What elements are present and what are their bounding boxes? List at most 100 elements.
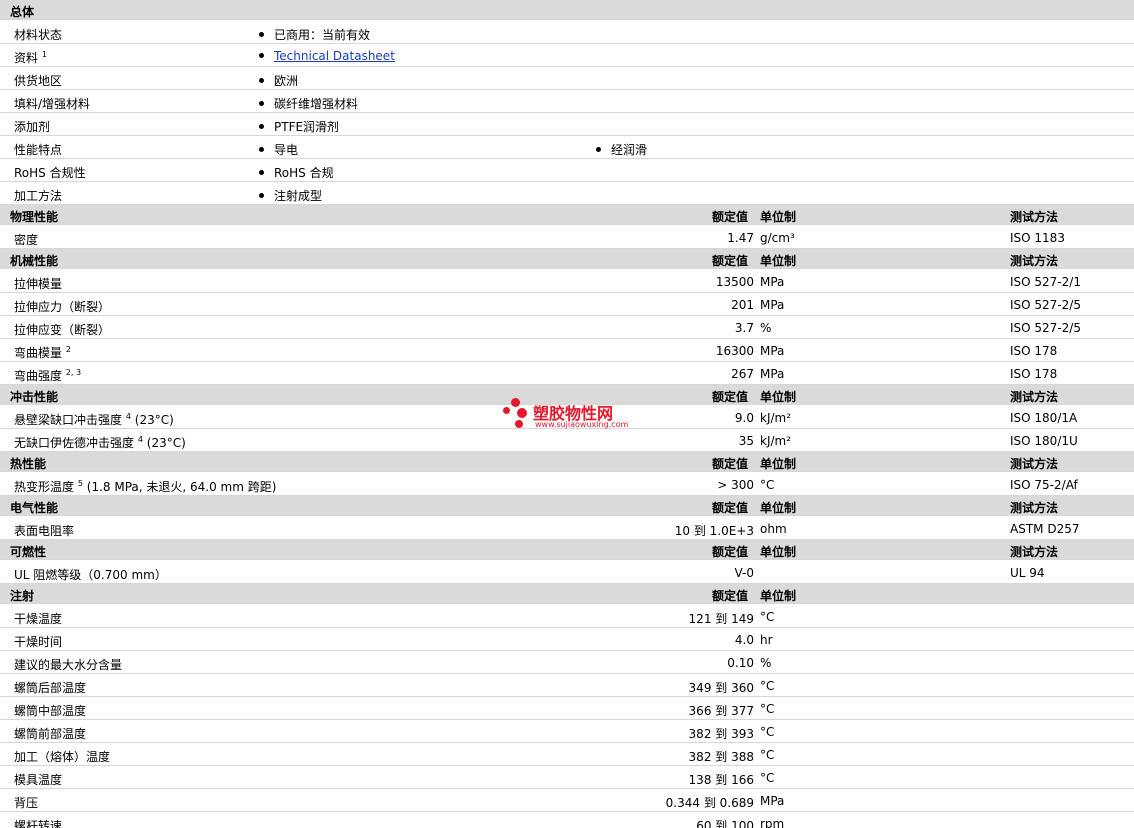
property-label-text: 无缺口伊佐德冲击强度	[14, 436, 135, 450]
property-label: 拉伸应力（断裂）	[14, 298, 110, 315]
property-value: > 300	[717, 478, 754, 492]
section-title: 电气性能	[10, 501, 59, 515]
bullet-text: PTFE润滑剂	[274, 120, 340, 134]
property-value: 9.0	[734, 411, 754, 425]
property-label: 性能特点	[14, 141, 62, 158]
property-label-text: 加工（熔体）温度	[14, 750, 111, 764]
property-label: 弯曲强度 2, 3	[14, 367, 81, 384]
property-value: 349 到 360	[688, 681, 754, 695]
section-header-general: 总体	[0, 0, 1134, 20]
column-header-value: 额定值	[712, 254, 749, 268]
property-label: 密度	[14, 231, 38, 248]
section-header: 热性能 额定值 单位制 测试方法	[0, 452, 1134, 472]
column-header-value: 额定值	[712, 501, 749, 515]
column-header-test: 测试方法	[1010, 254, 1059, 268]
property-condition: (1.8 MPa, 未退火, 64.0 mm 跨距)	[86, 480, 277, 494]
property-condition: (23°C)	[146, 436, 186, 450]
watermark-logo: 塑胶物性网 www.sujiaowuxing.com	[503, 398, 643, 432]
property-value: 121 到 149	[688, 612, 754, 626]
property-label-text: 密度	[14, 233, 39, 247]
property-label: 热变形温度 5 (1.8 MPa, 未退火, 64.0 mm 跨距)	[14, 478, 276, 495]
property-label: 螺杆转速	[14, 817, 62, 828]
property-row: 表面电阻率 10 到 1.0E+3 ohm ASTM D257	[0, 517, 1134, 540]
property-value: V-0	[734, 566, 754, 580]
property-value: 0.344 到 0.689	[665, 796, 754, 810]
property-unit: MPa	[760, 298, 785, 312]
column-header-unit: 单位制	[760, 589, 797, 603]
property-row: 螺筒前部温度 382 到 393 °C	[0, 720, 1134, 743]
property-label-text: 模具温度	[14, 773, 63, 787]
property-label: 悬壁梁缺口冲击强度 4 (23°C)	[14, 411, 174, 428]
bullet-icon	[596, 147, 601, 152]
property-label: 弯曲模量 2	[14, 344, 71, 361]
column-header-unit: 单位制	[760, 501, 797, 515]
property-label: 干燥温度	[14, 610, 62, 627]
property-row: 背压 0.344 到 0.689 MPa	[0, 789, 1134, 812]
datasheet-link[interactable]: Technical Datasheet	[274, 49, 395, 63]
test-method: ISO 180/1U	[1010, 434, 1078, 448]
test-method: ISO 178	[1010, 344, 1058, 358]
bullet-text: 经润滑	[611, 143, 648, 157]
property-label: 螺筒前部温度	[14, 725, 86, 742]
property-value: 0.10	[727, 656, 754, 670]
property-label: 填料/增强材料	[14, 95, 90, 112]
property-row: 螺杆转速 60 到 100 rpm	[0, 812, 1134, 828]
property-label-text: 螺筒后部温度	[14, 681, 87, 695]
property-unit: ohm	[760, 522, 787, 536]
bullet-item: 碳纤维增强材料	[259, 95, 358, 112]
property-label-text: 弯曲模量	[14, 346, 63, 360]
bullet-text: 导电	[274, 143, 299, 157]
property-label: 加工（熔体）温度	[14, 748, 110, 765]
property-unit: rpm	[760, 817, 785, 828]
property-label: 添加剂	[14, 118, 50, 135]
bullet-item: 欧洲	[259, 72, 298, 89]
column-header-value: 额定值	[712, 457, 749, 471]
property-value: 16300	[715, 344, 754, 358]
section-header: 注射 额定值 单位制	[0, 584, 1134, 604]
section-title: 总体	[10, 5, 35, 19]
property-row: RoHS 合规性 RoHS 合规	[0, 159, 1134, 182]
property-value: 3.7	[734, 321, 754, 335]
property-label: 螺筒后部温度	[14, 679, 86, 696]
test-method: UL 94	[1010, 566, 1045, 580]
bullet-icon	[259, 170, 264, 175]
bullet-item: PTFE润滑剂	[259, 118, 339, 135]
bullet-item: 导电	[259, 141, 298, 158]
section-title: 注射	[10, 589, 35, 603]
bullet-item: 已商用：当前有效	[259, 26, 370, 43]
column-header-unit: 单位制	[760, 254, 797, 268]
property-label: 资料 1	[14, 49, 47, 66]
property-value: 201	[731, 298, 754, 312]
property-label-text: 供货地区	[14, 74, 63, 88]
test-method: ISO 1183	[1010, 231, 1065, 245]
test-method: ISO 75-2/Af	[1010, 478, 1078, 492]
property-value: 382 到 388	[688, 750, 754, 764]
property-row: 材料状态 已商用：当前有效	[0, 21, 1134, 44]
property-label: RoHS 合规性	[14, 164, 86, 181]
property-row: 建议的最大水分含量 0.10%	[0, 651, 1134, 674]
property-row: 资料 1 Technical Datasheet	[0, 44, 1134, 67]
property-label: 拉伸模量	[14, 275, 62, 292]
section-header: 电气性能 额定值 单位制 测试方法	[0, 496, 1134, 516]
property-unit: %	[760, 321, 772, 335]
property-label-text: 干燥时间	[14, 635, 63, 649]
section-header: 机械性能 额定值 单位制 测试方法	[0, 249, 1134, 269]
property-label-text: 干燥温度	[14, 612, 63, 626]
bullet-icon	[259, 78, 264, 83]
property-value: 1.47	[727, 231, 754, 245]
property-label-text: 添加剂	[14, 120, 51, 134]
property-label: 材料状态	[14, 26, 62, 43]
column-header-test: 测试方法	[1010, 457, 1059, 471]
column-header-test: 测试方法	[1010, 210, 1059, 224]
property-row: 添加剂 PTFE润滑剂	[0, 113, 1134, 136]
property-label: 模具温度	[14, 771, 62, 788]
property-label: 背压	[14, 794, 38, 811]
property-row: 填料/增强材料 碳纤维增强材料	[0, 90, 1134, 113]
property-unit: °C	[760, 748, 775, 762]
footnote-ref: 4	[137, 435, 143, 444]
property-value: 10 到 1.0E+3	[674, 524, 754, 538]
property-label-text: UL 阻燃等级（0.700 mm）	[14, 568, 167, 582]
bullet-icon	[259, 124, 264, 129]
property-label-text: 背压	[14, 796, 39, 810]
column-header-value: 额定值	[712, 545, 749, 559]
